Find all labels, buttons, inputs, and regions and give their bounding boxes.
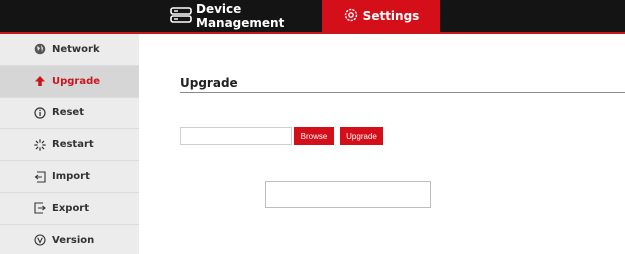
title-divider xyxy=(180,92,625,93)
arrow-up-icon xyxy=(34,75,46,87)
sidebar-item-label: Network xyxy=(52,43,100,55)
export-icon xyxy=(34,202,46,214)
spinner-icon xyxy=(34,138,46,151)
sidebar-item-reset[interactable]: Reset xyxy=(0,98,139,130)
sidebar-item-network[interactable]: Network xyxy=(0,34,139,66)
sidebar-item-label: Export xyxy=(52,202,90,214)
file-path-input[interactable] xyxy=(180,127,292,145)
server-icon xyxy=(170,6,196,26)
gear-icon xyxy=(343,7,363,26)
upgrade-button[interactable]: Upgrade xyxy=(340,127,383,145)
sidebar-item-label: Upgrade xyxy=(52,75,101,87)
page-title: Upgrade xyxy=(180,76,238,90)
globe-icon xyxy=(34,43,46,55)
sidebar-item-label: Reset xyxy=(52,107,84,119)
sidebar-item-restart[interactable]: Restart xyxy=(0,129,139,162)
browse-button[interactable]: Browse xyxy=(294,127,334,145)
tab-label: Settings xyxy=(362,9,420,23)
sidebar-item-export[interactable]: Export xyxy=(0,193,139,225)
tab-settings[interactable]: Settings xyxy=(322,0,440,32)
sidebar-item-label: Restart xyxy=(52,139,94,151)
import-icon xyxy=(34,171,46,183)
tab-label: Device Management xyxy=(196,2,285,30)
sidebar-item-upgrade[interactable]: Upgrade xyxy=(0,65,139,98)
sidebar: Network Upgrade Reset Restart Import Exp… xyxy=(0,34,139,254)
sidebar-item-import[interactable]: Import xyxy=(0,161,139,193)
sidebar-item-label: Version xyxy=(52,234,95,246)
tab-device-management[interactable]: Device Management xyxy=(170,0,320,32)
version-icon xyxy=(34,234,46,246)
sidebar-item-version[interactable]: Version xyxy=(0,225,139,254)
sidebar-item-label: Import xyxy=(52,171,90,183)
top-nav-bar: Device Management Settings xyxy=(0,0,625,32)
upgrade-status-box xyxy=(265,181,431,208)
info-icon xyxy=(34,107,46,119)
